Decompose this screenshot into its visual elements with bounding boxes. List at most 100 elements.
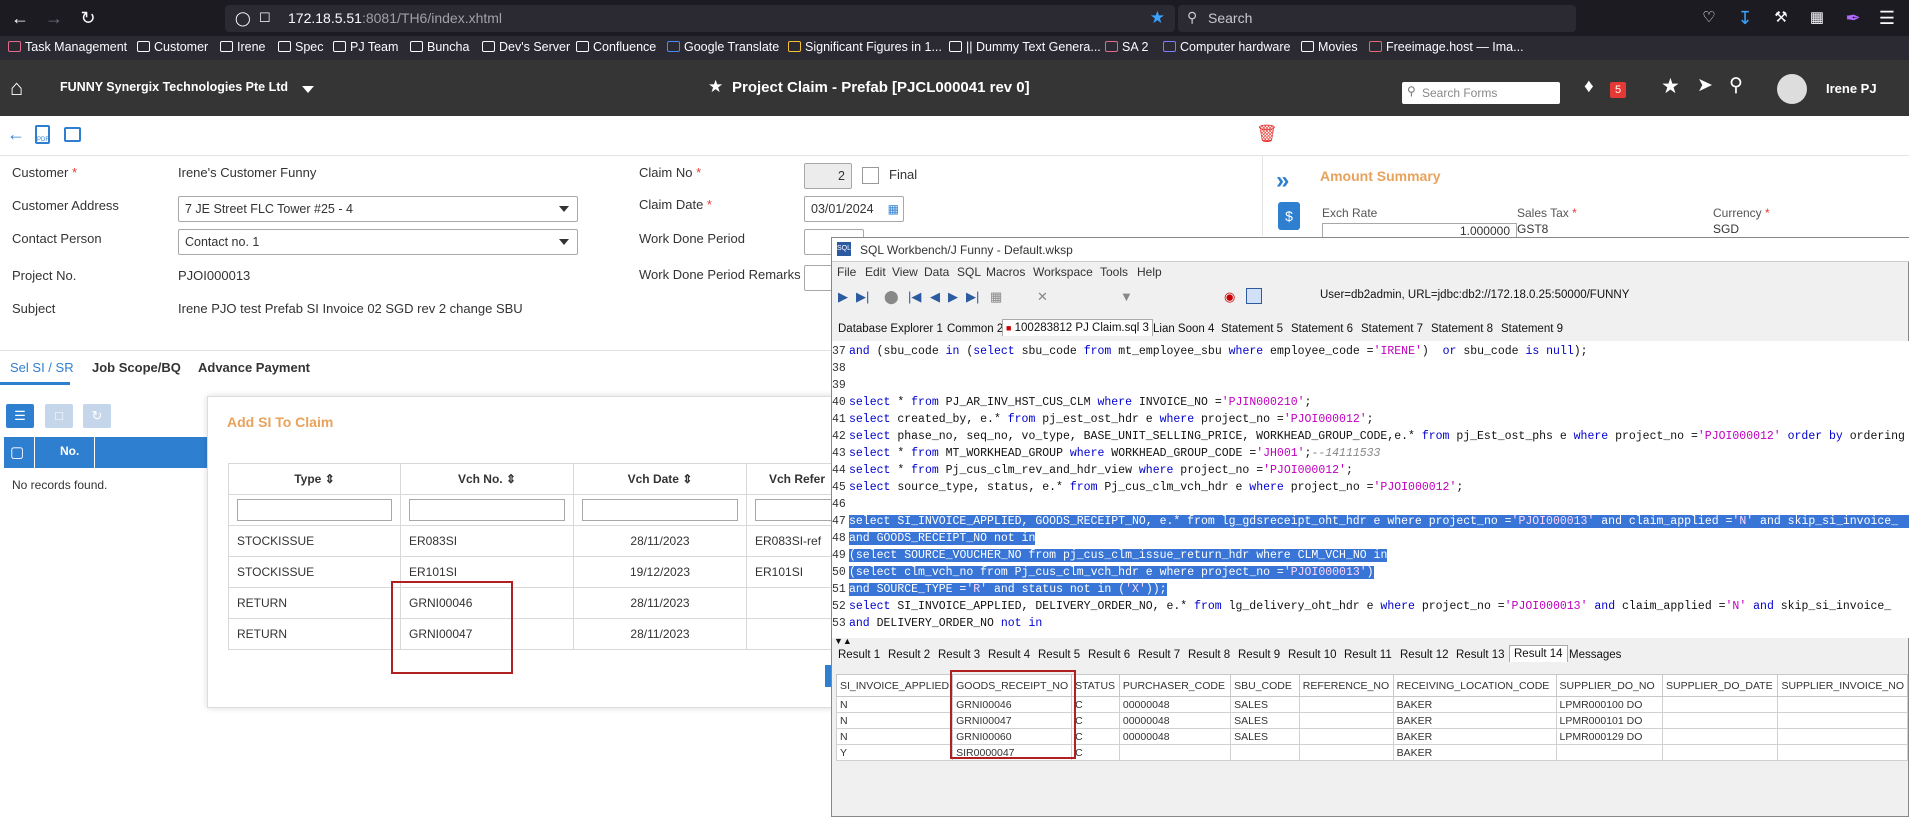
menu-macros[interactable]: Macros bbox=[986, 265, 1025, 279]
messages-tab[interactable]: Messages bbox=[1569, 649, 1621, 661]
col-vch-no-header[interactable]: Vch No. ⇕ bbox=[400, 463, 574, 495]
bookmark-item[interactable]: Movies bbox=[1301, 40, 1358, 54]
filter-type-input[interactable] bbox=[237, 499, 392, 521]
pin-icon[interactable]: ➤ bbox=[1697, 74, 1713, 97]
delete-icon[interactable]: 🗑 bbox=[1256, 124, 1278, 144]
result-tab[interactable]: Result 8 bbox=[1188, 649, 1230, 661]
browser-search[interactable]: ⚲ Search bbox=[1178, 5, 1576, 32]
result-col-header[interactable]: SUPPLIER_INVOICE_NO bbox=[1777, 674, 1908, 697]
menu-edit[interactable]: Edit bbox=[865, 265, 886, 279]
commit-icon[interactable]: ▦ bbox=[990, 289, 1002, 305]
table-row[interactable]: RETURN GRNI00046 28/11/2023 bbox=[228, 587, 848, 619]
stop-red-icon[interactable]: ◉ bbox=[1224, 289, 1235, 305]
amount-icon[interactable]: $ bbox=[1278, 202, 1300, 230]
final-checkbox[interactable] bbox=[862, 167, 879, 184]
filter-vch-no-input[interactable] bbox=[409, 499, 565, 521]
home-icon[interactable]: ⌂ bbox=[10, 75, 23, 101]
result-col-header[interactable]: SI_INVOICE_APPLIED bbox=[835, 674, 954, 697]
bookmark-item[interactable]: Confluence bbox=[576, 40, 656, 54]
back-icon[interactable]: ← bbox=[8, 6, 32, 30]
tab-advance-payment[interactable]: Advance Payment bbox=[198, 360, 310, 375]
document-icon[interactable]: □ bbox=[45, 404, 73, 428]
calendar-icon[interactable]: ▦ bbox=[888, 202, 899, 216]
menu-file[interactable]: File bbox=[837, 265, 856, 279]
table-row[interactable]: RETURN GRNI00047 28/11/2023 bbox=[228, 618, 848, 650]
grid-icon[interactable] bbox=[1246, 288, 1262, 304]
splitter-arrows-icon[interactable]: ▼▲ bbox=[834, 636, 852, 646]
pdf-icon[interactable]: PDF bbox=[35, 125, 50, 144]
execute-all-icon[interactable]: ▶| bbox=[856, 289, 869, 305]
forward-icon[interactable]: → bbox=[42, 6, 66, 30]
bookmark-item[interactable]: PJ Team bbox=[333, 40, 398, 54]
tab-sel-si-sr[interactable]: Sel SI / SR bbox=[10, 360, 74, 375]
tab-statement-5[interactable]: Statement 5 bbox=[1221, 323, 1283, 335]
save-icon[interactable] bbox=[64, 127, 81, 142]
menu-data[interactable]: Data bbox=[924, 265, 949, 279]
bookmark-item[interactable]: Buncha bbox=[410, 40, 469, 54]
wrench-icon[interactable]: ⚒ bbox=[1769, 6, 1793, 30]
bookmark-item[interactable]: || Dummy Text Genera... bbox=[949, 40, 1101, 54]
menu-help[interactable]: Help bbox=[1137, 265, 1162, 279]
result-tab[interactable]: Result 7 bbox=[1138, 649, 1180, 661]
next-icon[interactable]: ▶ bbox=[948, 289, 958, 305]
back-arrow-icon[interactable]: ← bbox=[7, 124, 25, 145]
bookmark-item[interactable]: Customer bbox=[137, 40, 208, 54]
filter-vch-date-input[interactable] bbox=[582, 499, 738, 521]
tab-statement-9[interactable]: Statement 9 bbox=[1501, 323, 1563, 335]
bookmark-item[interactable]: Google Translate bbox=[667, 40, 779, 54]
bookmark-item[interactable]: Significant Figures in 1... bbox=[788, 40, 942, 54]
tab-lian-soon[interactable]: Lian Soon 4 bbox=[1153, 323, 1214, 335]
double-chevron-right-icon[interactable]: » bbox=[1276, 167, 1289, 195]
tab-job-scope[interactable]: Job Scope/BQ bbox=[92, 360, 181, 375]
customer-address-select[interactable]: 7 JE Street FLC Tower #25 - 4 bbox=[178, 196, 578, 222]
pen-icon[interactable]: ✒ bbox=[1841, 6, 1865, 30]
reload-icon[interactable]: ↻ bbox=[76, 6, 100, 30]
result-col-header[interactable]: RECEIVING_LOCATION_CODE bbox=[1392, 674, 1557, 697]
menu-workspace[interactable]: Workspace bbox=[1033, 265, 1093, 279]
bookmark-star-icon[interactable]: ★ bbox=[1150, 8, 1165, 28]
result-tab[interactable]: Result 9 bbox=[1238, 649, 1280, 661]
menu-tools[interactable]: Tools bbox=[1100, 265, 1128, 279]
result-tab[interactable]: Result 3 bbox=[938, 649, 980, 661]
execute-icon[interactable]: ▶ bbox=[838, 289, 848, 305]
result-col-header[interactable]: SUPPLIER_DO_DATE bbox=[1661, 674, 1779, 697]
bookmark-item[interactable]: SA 2 bbox=[1105, 40, 1148, 54]
delete-row-icon[interactable]: ✕ bbox=[1037, 289, 1048, 305]
tab-common[interactable]: Common 2 bbox=[947, 323, 1003, 335]
result-tab[interactable]: Result 13 bbox=[1456, 649, 1505, 661]
filter-icon[interactable]: ▼ bbox=[1120, 289, 1133, 304]
chevron-down-icon[interactable] bbox=[302, 86, 314, 93]
refresh-icon[interactable]: ↻ bbox=[83, 404, 111, 428]
table-row[interactable]: STOCKISSUE ER101SI 19/12/2023 ER101SI bbox=[228, 556, 848, 588]
download-icon[interactable]: ↧ bbox=[1733, 6, 1757, 30]
menu-sql[interactable]: SQL bbox=[957, 265, 981, 279]
sql-editor[interactable]: 37 and (sbu_code in (select sbu_code from… bbox=[832, 341, 1909, 638]
result-col-header[interactable]: STATUS bbox=[1071, 674, 1120, 697]
expand-icon[interactable]: ▢ bbox=[10, 443, 24, 461]
bookmark-item[interactable]: Computer hardware bbox=[1163, 40, 1290, 54]
col-vch-date-header[interactable]: Vch Date ⇕ bbox=[573, 463, 747, 495]
result-tab-active[interactable]: Result 14 bbox=[1509, 645, 1568, 662]
bookmark-item[interactable]: Irene bbox=[220, 40, 266, 54]
result-tab[interactable]: Result 10 bbox=[1288, 649, 1337, 661]
search-forms-input[interactable]: ⚲ Search Forms bbox=[1402, 82, 1560, 104]
user-name[interactable]: Irene PJ bbox=[1826, 81, 1877, 96]
stack-icon[interactable]: ☰ bbox=[6, 404, 34, 428]
favorite-star-icon[interactable]: ★ bbox=[708, 77, 723, 97]
result-tab[interactable]: Result 12 bbox=[1400, 649, 1449, 661]
url-bar[interactable]: ◯ ☐ 172.18.5.51:8081/TH6/index.xhtml ★ bbox=[225, 5, 1175, 32]
claim-date-field[interactable]: 03/01/2024 ▦ bbox=[804, 196, 904, 222]
bookmark-item[interactable]: Freeimage.host — Ima... bbox=[1369, 40, 1524, 54]
bookmark-item[interactable]: Spec bbox=[278, 40, 324, 54]
result-col-header[interactable]: SBU_CODE bbox=[1230, 674, 1300, 697]
result-col-header[interactable]: SUPPLIER_DO_NO bbox=[1555, 674, 1663, 697]
result-tab[interactable]: Result 11 bbox=[1344, 649, 1392, 661]
filter-vch-ref-input[interactable] bbox=[755, 499, 839, 521]
col-type-header[interactable]: Type ⇕ bbox=[228, 463, 401, 495]
bookmark-item[interactable]: Task Management bbox=[8, 40, 127, 54]
search-icon[interactable]: ⚲ bbox=[1729, 74, 1743, 97]
tab-statement-7[interactable]: Statement 7 bbox=[1361, 323, 1423, 335]
star-icon[interactable]: ★ bbox=[1661, 74, 1680, 99]
result-tab[interactable]: Result 4 bbox=[988, 649, 1030, 661]
first-icon[interactable]: |◀ bbox=[908, 289, 921, 305]
